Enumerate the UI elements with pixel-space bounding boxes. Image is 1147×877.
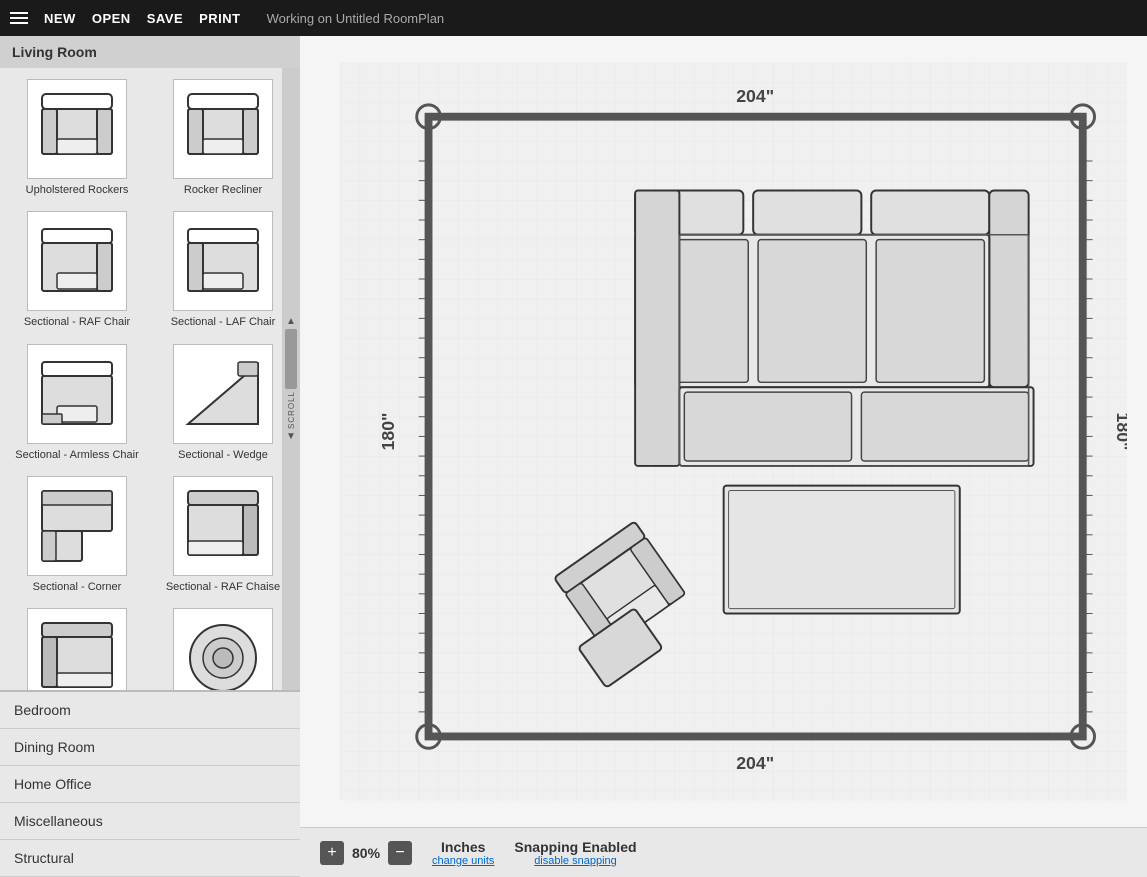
sectional-armless-icon [27,344,127,444]
furniture-item-rocker-recliner[interactable]: Rocker Recliner [150,72,296,204]
sectional-wedge-icon [173,344,273,444]
category-home-office[interactable]: Home Office [0,766,300,803]
snapping-label: Snapping Enabled [514,839,636,855]
sectional-laf-chair-icon [173,211,273,311]
furniture-grid: Upholstered Rockers Rock [0,68,300,690]
furniture-item-sectional-corner[interactable]: Sectional - Corner [4,469,150,601]
sectional-raf-chair-icon [27,211,127,311]
zoom-out-button[interactable]: − [388,841,412,865]
svg-text:180": 180" [1113,413,1127,451]
scroll-up-arrow[interactable]: ▲ [286,316,296,327]
snapping-control: Snapping Enabled disable snapping [514,839,636,867]
sidebar-header: Living Room [0,36,300,68]
new-button[interactable]: NEW [44,11,76,26]
category-miscellaneous[interactable]: Miscellaneous [0,803,300,840]
change-units-link[interactable]: change units [432,855,494,867]
furniture-item-glider-recliner[interactable]: Glider Recliner [150,601,296,690]
svg-text:204": 204" [736,86,774,106]
category-structural[interactable]: Structural [0,840,300,877]
furniture-item-upholstered-rockers[interactable]: Upholstered Rockers [4,72,150,204]
furniture-item-sectional-raf-chaise[interactable]: Sectional - RAF Chaise [150,469,296,601]
sectional-wedge-label: Sectional - Wedge [178,448,268,462]
topbar: NEW OPEN SAVE PRINT Working on Untitled … [0,0,1147,36]
rocker-recliner-icon [173,79,273,179]
room-svg: 204" 204" 180" 180" [340,56,1127,807]
print-button[interactable]: PRINT [199,11,241,26]
upholstered-rockers-icon [27,79,127,179]
sectional-armless-label: Sectional - Armless Chair [15,448,139,462]
furniture-item-sectional-raf-chair[interactable]: Sectional - RAF Chair [4,204,150,336]
items-grid-wrapper[interactable]: Upholstered Rockers Rock [0,68,300,690]
save-button[interactable]: SAVE [147,11,183,26]
units-label: Inches [441,839,485,855]
glider-recliner-icon [173,608,273,690]
open-button[interactable]: OPEN [92,11,131,26]
category-list: Bedroom Dining Room Home Office Miscella… [0,690,300,877]
sectional-corner-icon [27,476,127,576]
disable-snapping-link[interactable]: disable snapping [534,855,617,867]
sidebar: Living Room [0,36,300,877]
bottom-bar: + 80% − Inches change units Snapping Ena… [300,827,1147,877]
sectional-corner-label: Sectional - Corner [33,580,122,594]
scroll-indicator[interactable]: ▲ SCROLL ▼ [282,68,300,690]
furniture-item-sectional-laf-chaise[interactable]: Sectional - LAF Chaise [4,601,150,690]
sectional-raf-chaise-label: Sectional - RAF Chaise [166,580,280,594]
scroll-down-arrow[interactable]: ▼ [286,431,296,442]
zoom-in-button[interactable]: + [320,841,344,865]
scroll-thumb[interactable] [285,329,297,389]
furniture-item-sectional-laf-chair[interactable]: Sectional - LAF Chair [150,204,296,336]
units-control: Inches change units [432,839,494,867]
room-canvas[interactable]: 204" 204" 180" 180" [300,36,1147,827]
zoom-level-display: 80% [352,845,380,861]
items-scroll-area: Upholstered Rockers Rock [0,68,300,690]
menu-icon[interactable] [10,12,28,24]
category-bedroom[interactable]: Bedroom [0,692,300,729]
furniture-item-sectional-armless[interactable]: Sectional - Armless Chair [4,337,150,469]
main-area: Living Room [0,36,1147,877]
canvas-area: 204" 204" 180" 180" [300,36,1147,877]
category-dining-room[interactable]: Dining Room [0,729,300,766]
working-label: Working on Untitled RoomPlan [267,11,445,26]
svg-text:180": 180" [378,413,398,451]
upholstered-rockers-label: Upholstered Rockers [26,183,129,197]
sectional-laf-chaise-icon [27,608,127,690]
sectional-raf-chaise-icon [173,476,273,576]
svg-text:204": 204" [736,753,774,773]
sectional-laf-chair-label: Sectional - LAF Chair [171,315,276,329]
zoom-controls: + 80% − [320,841,412,865]
sectional-raf-chair-label: Sectional - RAF Chair [24,315,130,329]
furniture-item-sectional-wedge[interactable]: Sectional - Wedge [150,337,296,469]
rocker-recliner-label: Rocker Recliner [184,183,262,197]
scroll-text: SCROLL [287,391,296,429]
